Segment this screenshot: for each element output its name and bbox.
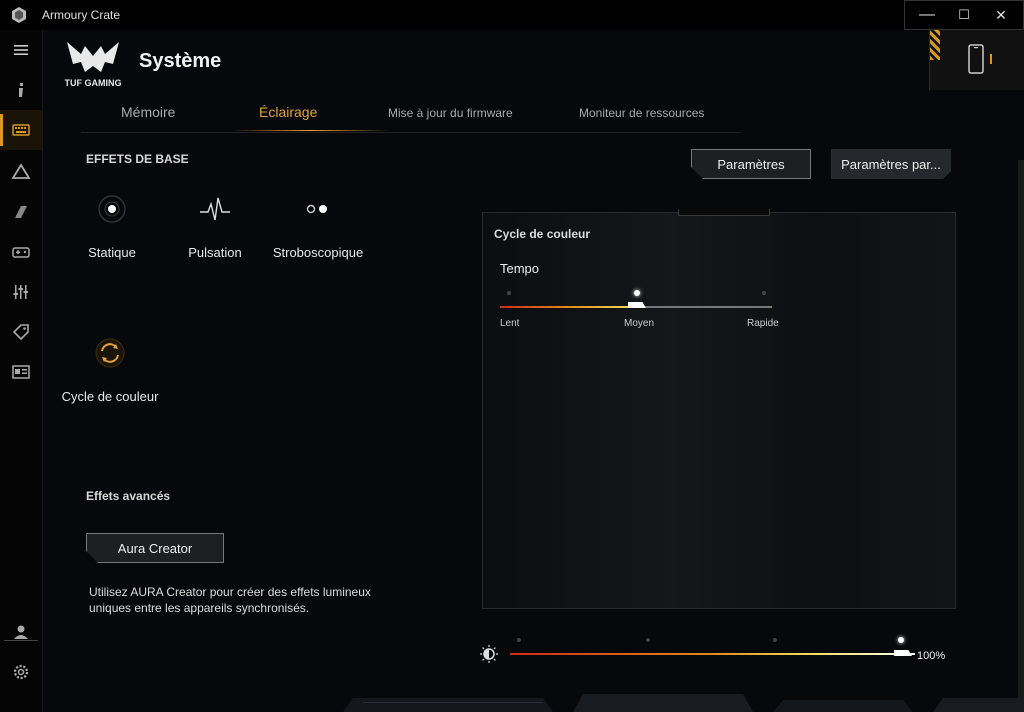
- sidebar-item-armoury[interactable]: [0, 192, 42, 232]
- tab-lighting[interactable]: Éclairage: [259, 104, 317, 120]
- device-icon: [968, 44, 984, 74]
- news-icon: [12, 365, 30, 379]
- brightness-icon: [480, 645, 498, 663]
- sidebar-item-aura[interactable]: [0, 152, 42, 192]
- sidebar-item-news[interactable]: [0, 352, 42, 392]
- tempo-label-fast: Rapide: [747, 318, 779, 329]
- sidebar-item-devices[interactable]: [0, 110, 42, 150]
- gear-icon: [13, 664, 29, 680]
- sidebar: [0, 30, 43, 712]
- active-tab-underline: [231, 130, 391, 131]
- color-cycle-icon: [95, 338, 125, 368]
- gamepad-icon: [12, 247, 30, 258]
- armoury-icon: [15, 206, 27, 218]
- keyboard-icon: [12, 124, 30, 136]
- main-content: TUF GAMING Système Mémoire Éclairage Mis…: [43, 30, 1024, 712]
- page-title: Système: [139, 50, 222, 72]
- aura-creator-button[interactable]: Aura Creator: [86, 533, 224, 563]
- aura-triangle-icon: [11, 163, 31, 179]
- panel-tab-notch: [678, 209, 770, 216]
- sidebar-item-deals[interactable]: [0, 312, 42, 352]
- effect-strobe[interactable]: Stroboscopique: [263, 189, 373, 260]
- sidebar-item-account[interactable]: [0, 612, 42, 652]
- footer-decoration: [343, 694, 1024, 712]
- logo-text: TUF GAMING: [65, 78, 122, 88]
- tab-resource-monitor[interactable]: Moniteur de ressources: [579, 106, 704, 120]
- tempo-tick-slow: [507, 291, 511, 295]
- close-button[interactable]: ✕: [978, 0, 1024, 30]
- device-indicator: [990, 54, 992, 64]
- device-card[interactable]: [929, 30, 1024, 90]
- title-bar: Armoury Crate — ☐ ✕: [0, 0, 1024, 30]
- sidebar-item-settings-sliders[interactable]: [0, 272, 42, 312]
- window-title: Armoury Crate: [42, 8, 121, 22]
- static-icon: [98, 195, 126, 223]
- brightness-tick: [646, 638, 650, 642]
- effect-static[interactable]: Statique: [57, 189, 167, 260]
- sliders-icon: [13, 285, 28, 299]
- effect-label: Statique: [88, 245, 136, 260]
- brightness-slider-thumb[interactable]: [894, 650, 912, 656]
- tempo-slider-fill: [500, 306, 636, 308]
- settings-button[interactable]: Paramètres: [691, 149, 811, 179]
- tab-bar: Mémoire Éclairage Mise à jour du firmwar…: [81, 98, 741, 133]
- strobe-icon: [306, 204, 327, 214]
- tempo-label-medium: Moyen: [624, 318, 655, 329]
- tuf-gaming-logo: TUF GAMING: [65, 42, 122, 88]
- sidebar-item-settings[interactable]: [0, 652, 42, 692]
- brightness-tick-active: [898, 637, 904, 643]
- sidebar-item-game[interactable]: [0, 232, 42, 272]
- info-icon: [19, 83, 23, 97]
- basic-effects-title: EFFETS DE BASE: [86, 152, 189, 166]
- tempo-tick-medium: [634, 290, 640, 296]
- effect-pulse[interactable]: Pulsation: [160, 189, 270, 260]
- brightness-tick: [773, 638, 777, 642]
- hamburger-icon: [14, 45, 28, 55]
- pulse-icon: [200, 197, 230, 221]
- tempo-tick-fast: [762, 291, 766, 295]
- sidebar-item-info[interactable]: [0, 70, 42, 110]
- brightness-tick: [517, 638, 521, 642]
- tempo-slider[interactable]: [500, 290, 772, 308]
- user-icon: [14, 625, 28, 639]
- effect-settings-panel: Cycle de couleur Tempo Lent Moyen Rapide: [482, 209, 956, 609]
- advanced-effects-title: Effets avancés: [86, 489, 171, 503]
- armoury-crate-icon: [12, 7, 26, 23]
- menu-button[interactable]: [0, 30, 42, 70]
- device-card-stripe: [930, 30, 940, 60]
- brightness-slider[interactable]: [510, 637, 915, 656]
- effect-color-cycle[interactable]: Cycle de couleur: [55, 333, 165, 404]
- aura-creator-description: Utilisez AURA Creator pour créer des eff…: [89, 585, 371, 615]
- advanced-settings-button[interactable]: Paramètres par...: [831, 149, 951, 179]
- tempo-label: Tempo: [500, 261, 540, 276]
- scrollbar[interactable]: [1018, 160, 1024, 712]
- tempo-label-slow: Lent: [500, 318, 520, 329]
- tag-icon: [12, 324, 29, 341]
- tab-firmware-update[interactable]: Mise à jour du firmware: [388, 106, 513, 120]
- effect-label: Cycle de couleur: [61, 389, 159, 404]
- tempo-slider-thumb[interactable]: [628, 302, 646, 308]
- tab-memory[interactable]: Mémoire: [121, 104, 175, 120]
- effect-label: Pulsation: [188, 245, 242, 260]
- brightness-value: 100%: [917, 650, 946, 662]
- effect-label: Stroboscopique: [272, 245, 364, 260]
- panel-title: Cycle de couleur: [494, 227, 591, 241]
